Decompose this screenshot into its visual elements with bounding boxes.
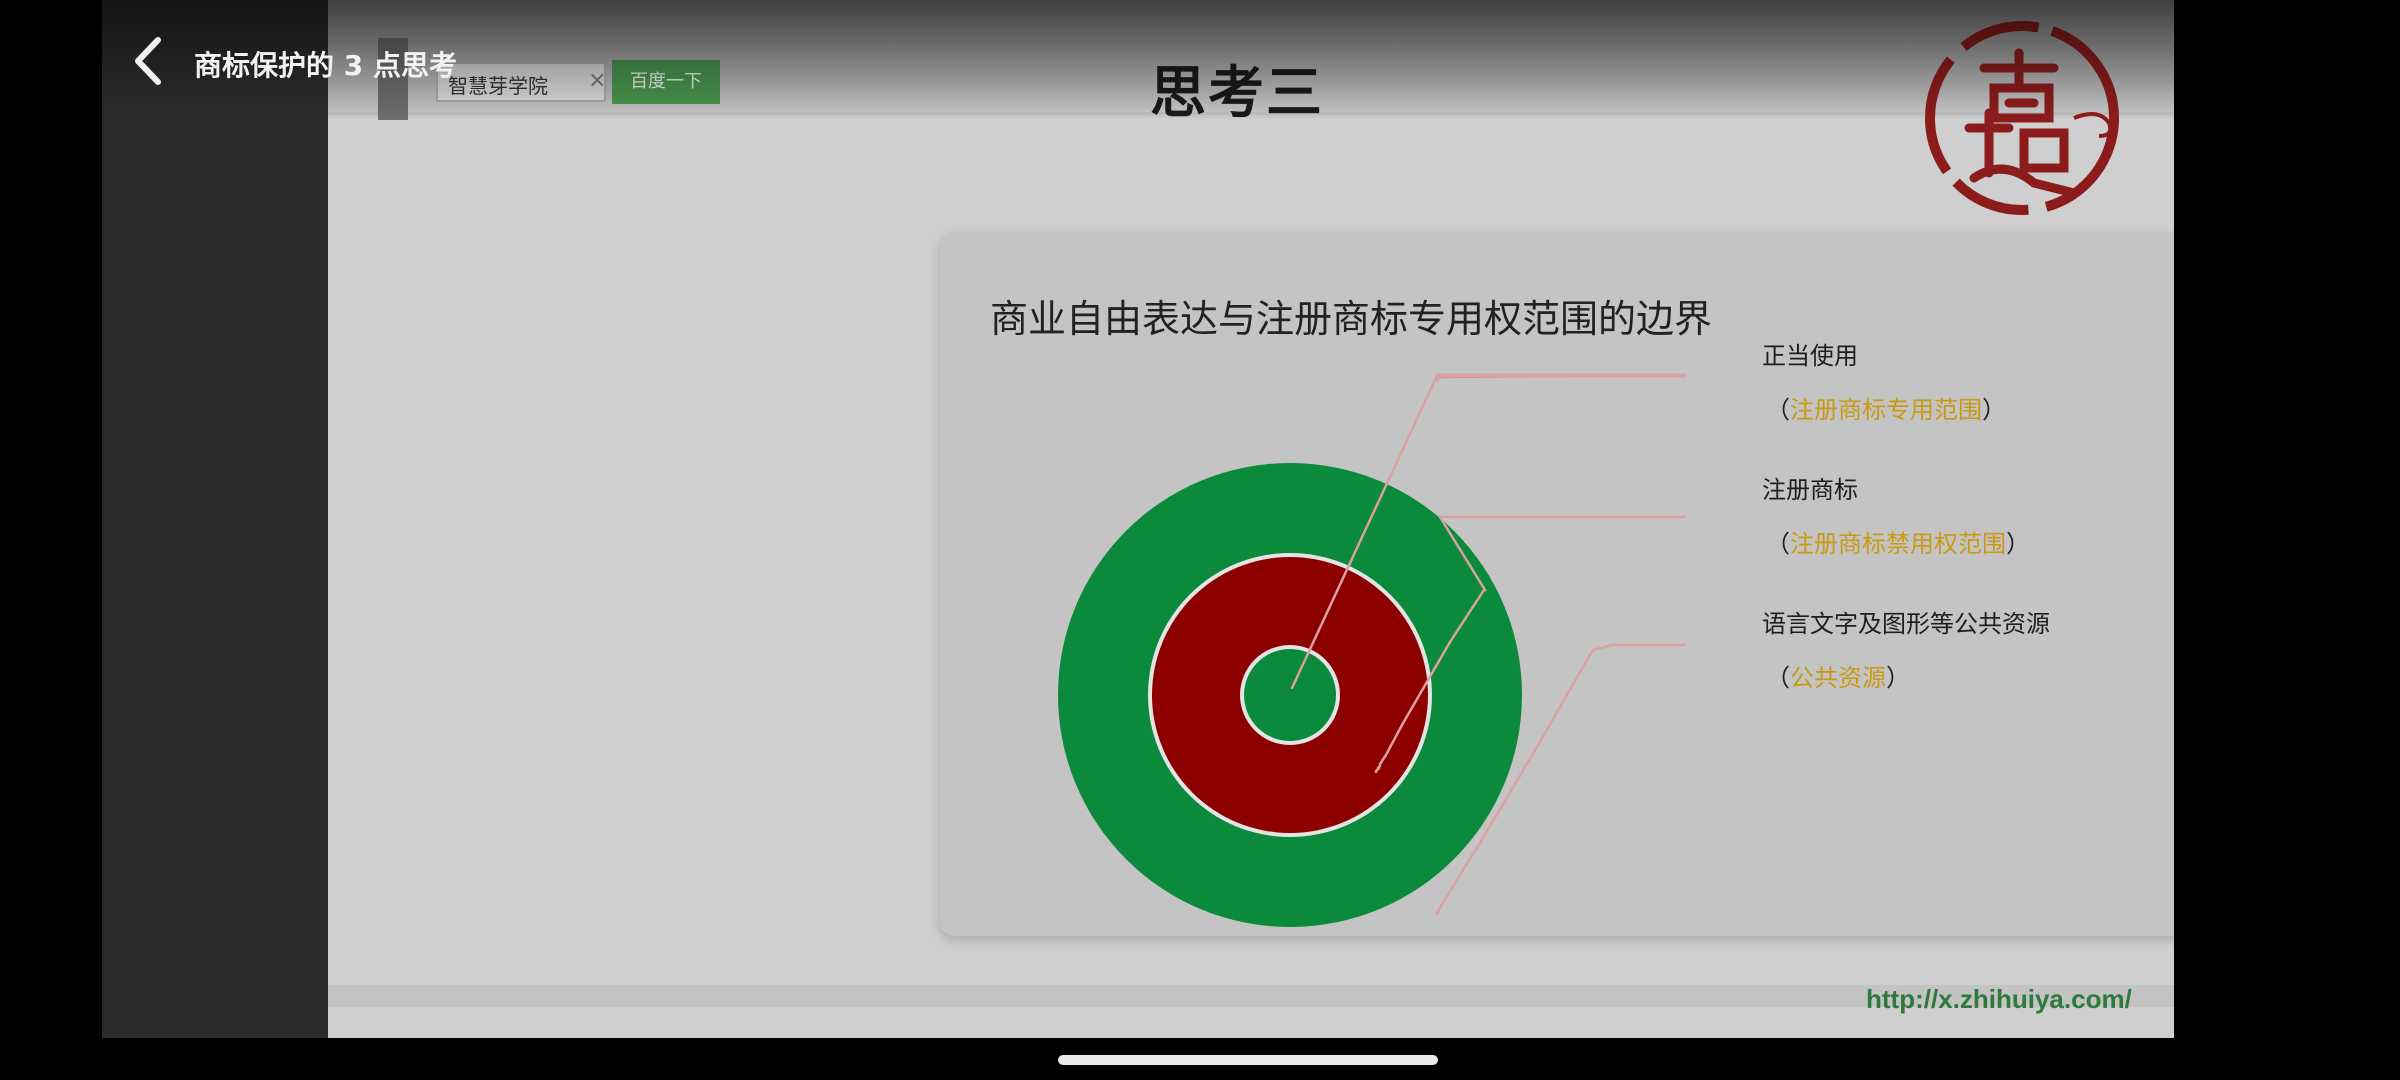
sublabel-fair-use: （注册商标专用范围） bbox=[1766, 390, 2006, 425]
sublabel-public-resources-text: 公共资源 bbox=[1790, 664, 1886, 692]
home-indicator[interactable] bbox=[1058, 1055, 1438, 1065]
paren-close: ） bbox=[1982, 396, 2006, 424]
slide-title: 思考三 bbox=[1150, 61, 1324, 126]
callout-fairuse bbox=[1290, 373, 1687, 690]
slide: 智慧芽学院 × 百度一下 思考三 商业自由表达与注册商标专用权范围的边界 正当使… bbox=[328, 0, 2174, 1038]
search-input[interactable]: 智慧芽学院 bbox=[436, 62, 606, 102]
sublabel-public-resources: （公共资源） bbox=[1766, 658, 1910, 693]
sublabel-fair-use-text: 注册商标专用范围 bbox=[1790, 396, 1982, 424]
label-registered-trademark: 注册商标 bbox=[1762, 476, 1858, 504]
paren-open: （ bbox=[1766, 396, 1790, 424]
seal-logo bbox=[1925, 21, 2119, 215]
search-button[interactable]: 百度一下 bbox=[612, 60, 720, 104]
paren-close: ） bbox=[2006, 530, 2030, 558]
label-fair-use: 正当使用 bbox=[1762, 342, 1858, 370]
diagram-card: 商业自由表达与注册商标专用权范围的边界 正当使用 （注册商标专用范围） 注册商标… bbox=[940, 232, 2174, 936]
footer-url: http://x.zhihuiya.com/ bbox=[1866, 984, 2132, 1014]
sublabel-registered-trademark-text: 注册商标禁用权范围 bbox=[1790, 530, 2006, 558]
search-input-text: 智慧芽学院 bbox=[448, 74, 548, 98]
paren-open: （ bbox=[1766, 530, 1790, 558]
nav-title: 商标保护的 3 点思考 bbox=[194, 49, 457, 82]
label-public-resources: 语言文字及图形等公共资源 bbox=[1762, 610, 2050, 638]
clear-icon[interactable]: × bbox=[588, 68, 606, 93]
callout-set bbox=[1290, 373, 1687, 916]
paren-close: ） bbox=[1886, 664, 1910, 692]
back-icon[interactable] bbox=[126, 34, 170, 88]
callout-public bbox=[1435, 643, 1687, 916]
paren-open: （ bbox=[1766, 664, 1790, 692]
sublabel-registered-trademark: （注册商标禁用权范围） bbox=[1766, 524, 2030, 559]
